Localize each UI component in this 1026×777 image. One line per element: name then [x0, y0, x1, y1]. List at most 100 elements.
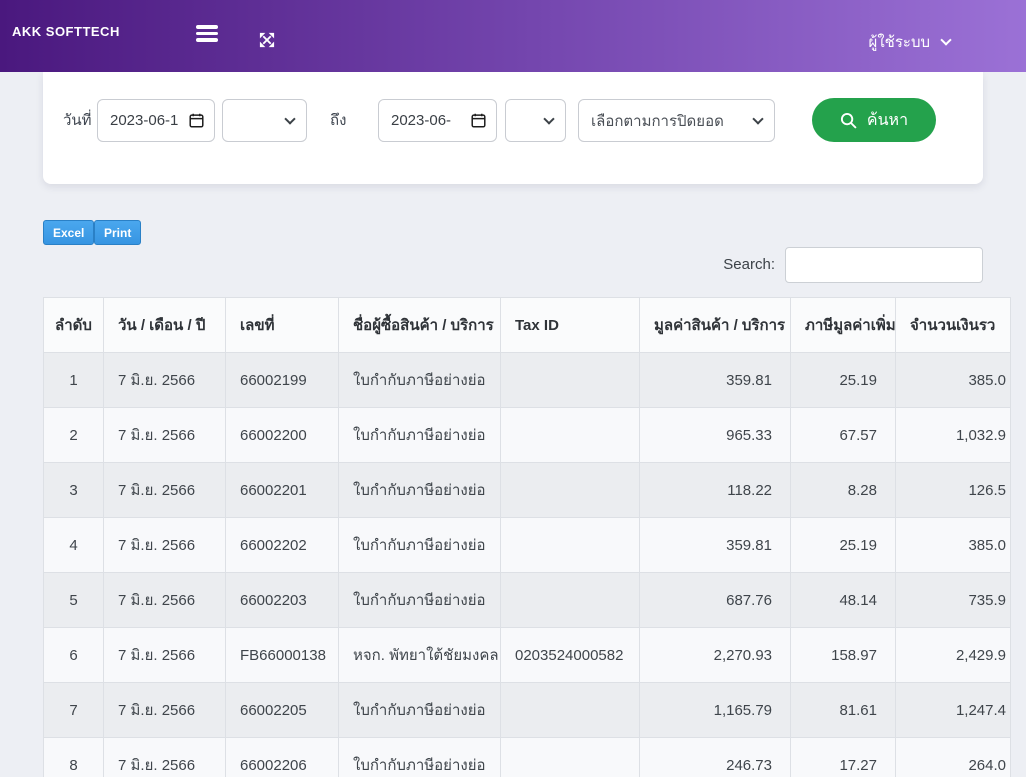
table-search-label: Search: — [723, 256, 775, 273]
cell-date: 7 มิ.ย. 2566 — [104, 463, 226, 518]
date-from-value: 2023-06-1 — [110, 112, 180, 129]
filter-card: วันที่ 2023-06-1 ถึง 2023-06- เ — [43, 72, 983, 184]
date-from-input[interactable]: 2023-06-1 — [97, 99, 215, 142]
fullscreen-icon[interactable] — [257, 30, 277, 50]
cell-total: 2,429.9 — [896, 628, 1011, 683]
cell-no: 7 — [44, 683, 104, 738]
chevron-down-icon — [543, 113, 554, 124]
cell-doc-no: FB66000138 — [226, 628, 339, 683]
brand-logo: AKK SOFTTECH — [12, 24, 120, 39]
excel-button[interactable]: Excel — [43, 220, 94, 245]
cell-date: 7 มิ.ย. 2566 — [104, 518, 226, 573]
invoice-table-wrap: ลำดับวัน / เดือน / ปีเลขที่ชื่อผู้ซื้อสิ… — [43, 297, 1010, 777]
time-to-select[interactable] — [505, 99, 566, 142]
cell-tax-id — [501, 408, 640, 463]
cell-tax-id — [501, 683, 640, 738]
cell-tax-id — [501, 463, 640, 518]
cell-date: 7 มิ.ย. 2566 — [104, 573, 226, 628]
column-header-buyer-name[interactable]: ชื่อผู้ซื้อสินค้า / บริการ — [339, 298, 501, 353]
table-search: Search: — [660, 246, 983, 283]
cell-no: 4 — [44, 518, 104, 573]
cell-buyer-name: ใบกำกับภาษีอย่างย่อ — [339, 408, 501, 463]
menu-icon[interactable] — [196, 25, 218, 42]
cell-total: 126.5 — [896, 463, 1011, 518]
column-header-vat[interactable]: ภาษีมูลค่าเพิ่ม — [791, 298, 896, 353]
cell-doc-no: 66002199 — [226, 353, 339, 408]
cell-date: 7 มิ.ย. 2566 — [104, 408, 226, 463]
cell-doc-no: 66002205 — [226, 683, 339, 738]
cell-value: 687.76 — [640, 573, 791, 628]
calendar-icon — [189, 113, 204, 128]
cell-tax-id — [501, 353, 640, 408]
column-header-total[interactable]: จำนวนเงินรว — [896, 298, 1011, 353]
column-header-no[interactable]: ลำดับ — [44, 298, 104, 353]
cell-no: 8 — [44, 738, 104, 777]
cell-value: 246.73 — [640, 738, 791, 777]
user-menu-label: ผู้ใช้ระบบ — [869, 30, 930, 54]
chevron-down-icon — [940, 34, 951, 45]
cell-value: 965.33 — [640, 408, 791, 463]
cell-buyer-name: ใบกำกับภาษีอย่างย่อ — [339, 738, 501, 777]
cell-vat: 25.19 — [791, 518, 896, 573]
table-search-input[interactable] — [785, 247, 983, 283]
table-row: 57 มิ.ย. 256666002203ใบกำกับภาษีอย่างย่อ… — [44, 573, 1011, 628]
cell-doc-no: 66002202 — [226, 518, 339, 573]
column-header-doc-no[interactable]: เลขที่ — [226, 298, 339, 353]
date-to-value: 2023-06- — [391, 112, 461, 129]
cell-vat: 48.14 — [791, 573, 896, 628]
cell-tax-id — [501, 518, 640, 573]
cell-tax-id: 0203524000582 — [501, 628, 640, 683]
cell-no: 2 — [44, 408, 104, 463]
to-label: ถึง — [330, 99, 346, 142]
search-button[interactable]: ค้นหา — [812, 98, 936, 142]
cell-date: 7 มิ.ย. 2566 — [104, 738, 226, 777]
cell-total: 1,032.9 — [896, 408, 1011, 463]
cell-vat: 17.27 — [791, 738, 896, 777]
closing-type-select[interactable]: เลือกตามการปิดยอด — [578, 99, 775, 142]
cell-buyer-name: ใบกำกับภาษีอย่างย่อ — [339, 353, 501, 408]
cell-doc-no: 66002201 — [226, 463, 339, 518]
table-row: 67 มิ.ย. 2566FB66000138หจก. พัทยาใต้ชัยม… — [44, 628, 1011, 683]
cell-total: 385.0 — [896, 518, 1011, 573]
table-row: 47 มิ.ย. 256666002202ใบกำกับภาษีอย่างย่อ… — [44, 518, 1011, 573]
cell-vat: 25.19 — [791, 353, 896, 408]
cell-value: 359.81 — [640, 353, 791, 408]
closing-type-value: เลือกตามการปิดยอด — [591, 109, 754, 133]
cell-vat: 158.97 — [791, 628, 896, 683]
time-from-select[interactable] — [222, 99, 307, 142]
table-header-row: ลำดับวัน / เดือน / ปีเลขที่ชื่อผู้ซื้อสิ… — [44, 298, 1011, 353]
print-button[interactable]: Print — [94, 220, 141, 245]
cell-tax-id — [501, 738, 640, 777]
cell-total: 264.0 — [896, 738, 1011, 777]
date-to-input[interactable]: 2023-06- — [378, 99, 497, 142]
table-row: 87 มิ.ย. 256666002206ใบกำกับภาษีอย่างย่อ… — [44, 738, 1011, 777]
cell-value: 2,270.93 — [640, 628, 791, 683]
column-header-tax-id[interactable]: Tax ID — [501, 298, 640, 353]
cell-no: 1 — [44, 353, 104, 408]
chevron-down-icon — [284, 113, 295, 124]
column-header-date[interactable]: วัน / เดือน / ปี — [104, 298, 226, 353]
user-menu[interactable]: ผู้ใช้ระบบ — [869, 30, 950, 54]
cell-date: 7 มิ.ย. 2566 — [104, 353, 226, 408]
cell-no: 5 — [44, 573, 104, 628]
cell-buyer-name: ใบกำกับภาษีอย่างย่อ — [339, 463, 501, 518]
cell-buyer-name: หจก. พัทยาใต้ชัยมงคล — [339, 628, 501, 683]
cell-date: 7 มิ.ย. 2566 — [104, 683, 226, 738]
cell-buyer-name: ใบกำกับภาษีอย่างย่อ — [339, 683, 501, 738]
cell-vat: 67.57 — [791, 408, 896, 463]
cell-no: 6 — [44, 628, 104, 683]
cell-vat: 81.61 — [791, 683, 896, 738]
table-row: 77 มิ.ย. 256666002205ใบกำกับภาษีอย่างย่อ… — [44, 683, 1011, 738]
column-header-value[interactable]: มูลค่าสินค้า / บริการ — [640, 298, 791, 353]
cell-buyer-name: ใบกำกับภาษีอย่างย่อ — [339, 573, 501, 628]
cell-value: 118.22 — [640, 463, 791, 518]
cell-total: 385.0 — [896, 353, 1011, 408]
cell-tax-id — [501, 573, 640, 628]
date-label: วันที่ — [63, 99, 92, 142]
cell-doc-no: 66002200 — [226, 408, 339, 463]
cell-total: 735.9 — [896, 573, 1011, 628]
chevron-down-icon — [752, 113, 763, 124]
table-row: 27 มิ.ย. 256666002200ใบกำกับภาษีอย่างย่อ… — [44, 408, 1011, 463]
calendar-icon — [471, 113, 486, 128]
cell-doc-no: 66002203 — [226, 573, 339, 628]
